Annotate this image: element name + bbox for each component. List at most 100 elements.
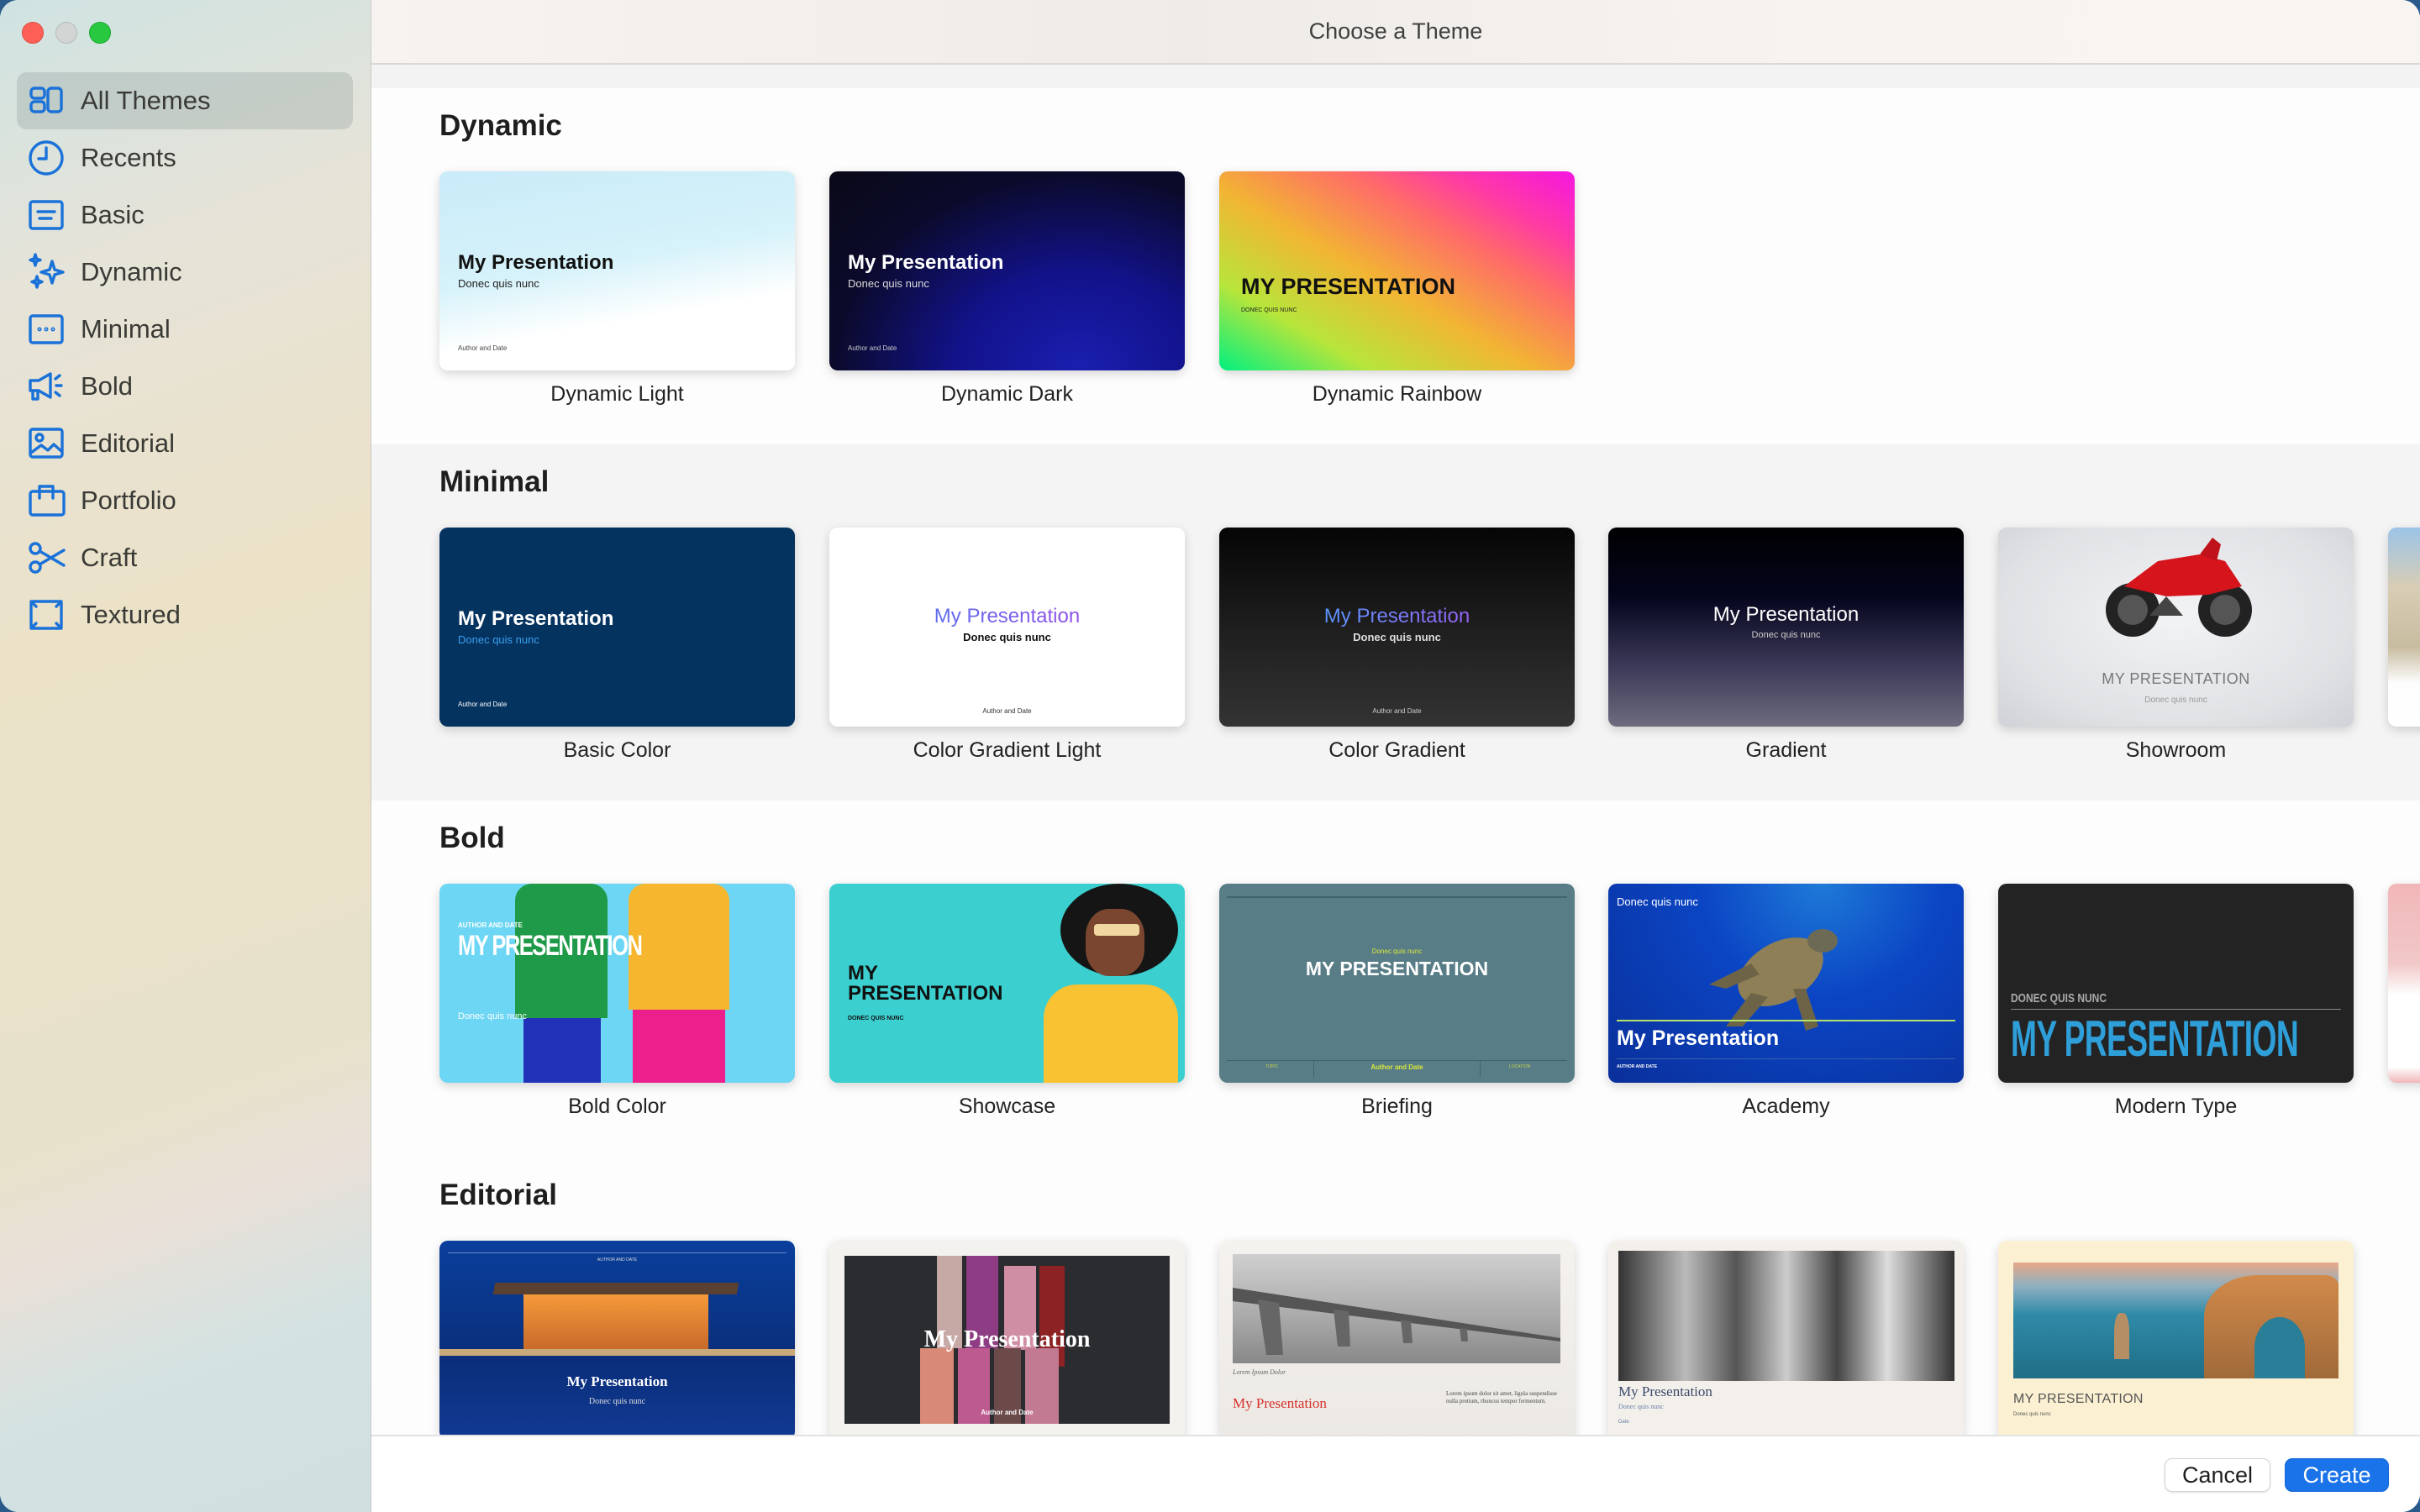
sidebar-item-portfolio[interactable]: Portfolio (17, 472, 353, 529)
thumb-heading: My Presentation (1233, 1395, 1327, 1411)
close-window-button[interactable] (22, 22, 44, 44)
sidebar-item-basic[interactable]: Basic (17, 186, 353, 244)
thumb-heading: MY PRESENTATION (2011, 1011, 2299, 1067)
sidebar-item-label: Portfolio (81, 486, 176, 515)
theme-thumbnail-editorial-2[interactable]: My Presentation Author and Date (829, 1241, 1185, 1435)
thumb-heading: My Presentation (829, 605, 1185, 628)
sidebar-item-label: Dynamic (81, 257, 182, 286)
sidebar-item-textured[interactable]: Textured (17, 586, 353, 643)
section-title: Editorial (439, 1179, 558, 1211)
title-bar: Choose a Theme (371, 0, 2420, 65)
theme-thumbnail-academy[interactable]: Donec quis nunc My Presentation AUTHOR A… (1608, 884, 1964, 1083)
theme-thumbnail-showroom[interactable]: MY PRESENTATION Donec quis nunc (1998, 528, 2354, 727)
sidebar-item-minimal[interactable]: Minimal (17, 301, 353, 358)
megaphone-icon (27, 367, 66, 406)
section-title: Bold (439, 822, 505, 854)
thumb-subtitle: Donec quis nunc (963, 631, 1051, 643)
briefing-bottom-rule (1227, 1060, 1567, 1061)
sidebar-item-bold[interactable]: Bold (17, 358, 353, 415)
theme-label: Showroom (2125, 738, 2227, 762)
sidebar: All Themes Recents Basic Dynamic Minimal… (0, 0, 371, 1512)
clock-icon (27, 139, 66, 177)
sidebar-item-recents[interactable]: Recents (17, 129, 353, 186)
theme-thumbnail-partial[interactable] (2388, 884, 2420, 1083)
theme-thumbnail-dynamic-light[interactable]: My Presentation Donec quis nunc Author a… (439, 171, 795, 370)
theme-thumbnail-bold-color[interactable]: AUTHOR AND DATE MY PRESENTATION Donec qu… (439, 884, 795, 1083)
thumb-subtitle: Donec quis nunc (848, 277, 929, 290)
thumb-heading: MY PRESENTATION (2102, 670, 2250, 687)
thumb-subtitle: Donec quis nunc (1618, 1403, 1664, 1410)
sidebar-list: All Themes Recents Basic Dynamic Minimal… (17, 72, 353, 643)
thumb-heading: My Presentation (458, 251, 614, 274)
editorial-rule (448, 1252, 786, 1253)
thumb-author: Author and Date (981, 1409, 1034, 1416)
sidebar-item-label: Recents (81, 143, 176, 172)
sidebar-item-craft[interactable]: Craft (17, 529, 353, 586)
thumb-author: Date (1618, 1420, 1629, 1425)
bridge-drawing (1233, 1288, 1560, 1355)
thumb-subtitle: Donec quis nunc (458, 1011, 527, 1021)
minimize-window-button[interactable] (55, 22, 77, 44)
figure-face (1086, 909, 1144, 976)
photo-icon (27, 424, 66, 463)
thumb-caption: Lorem Ipsum Dolor (1233, 1368, 1286, 1376)
theme-label: Color Gradient (1328, 738, 1465, 762)
theme-label: Dynamic Light (550, 382, 684, 406)
academy-rule-bottom (1617, 1058, 1955, 1059)
thumb-author: Author and Date (848, 344, 897, 352)
thumb-subtitle: Donec quis nunc (1617, 895, 1698, 908)
thumb-heading: My Presentation (566, 1373, 668, 1389)
sidebar-item-editorial[interactable]: Editorial (17, 415, 353, 472)
section-minimal: Minimal My Presentation Donec quis nunc … (371, 444, 2420, 801)
dialog-footer: Cancel Create (371, 1435, 2420, 1512)
ellipsis-box-icon (27, 310, 66, 349)
thumb-heading: My Presentation (848, 251, 1004, 274)
opera-waterline (439, 1349, 795, 1356)
section-title: Dynamic (439, 109, 562, 142)
coast-photo (2013, 1263, 2338, 1378)
theme-thumbnail-basic-color[interactable]: My Presentation Donec quis nunc Author a… (439, 528, 795, 727)
thumb-subtitle: Donec quis nunc (1353, 631, 1441, 643)
sidebar-item-dynamic[interactable]: Dynamic (17, 244, 353, 301)
thumb-heading: MY PRESENTATION (458, 930, 643, 962)
sea-stack (2114, 1313, 2129, 1359)
thumb-heading: MY PRESENTATION (2013, 1392, 2144, 1406)
section-editorial: Editorial AUTHOR AND DATE My Presentatio… (371, 1158, 2420, 1435)
theme-thumbnail-gradient[interactable]: My Presentation Donec quis nunc (1608, 528, 1964, 727)
theme-label: Showcase (958, 1095, 1056, 1118)
section-bold: Bold AUTHOR AND DATE MY PRESENTATION Don… (371, 801, 2420, 1158)
theme-label: Gradient (1745, 738, 1827, 762)
theme-thumbnail-editorial-5[interactable]: MY PRESENTATION Donec quis nunc (1998, 1241, 2354, 1435)
theme-thumbnail-showcase[interactable]: MY PRESENTATION DONEC QUIS NUNC (829, 884, 1185, 1083)
thumb-heading: MY PRESENTATION (1241, 274, 1456, 299)
theme-thumbnail-dynamic-dark[interactable]: My Presentation Donec quis nunc Author a… (829, 171, 1185, 370)
zoom-window-button[interactable] (89, 22, 111, 44)
theme-label: Color Gradient Light (913, 738, 1102, 762)
sidebar-item-label: Craft (81, 543, 138, 572)
sea-turtle-image (1709, 929, 1838, 1031)
theme-thumbnail-editorial-1[interactable]: AUTHOR AND DATE My Presentation Donec qu… (439, 1241, 795, 1435)
motorcycle-image (2106, 538, 2252, 637)
opera-roof (492, 1283, 739, 1294)
theme-label: Briefing (1361, 1095, 1433, 1118)
theme-chooser-window: All Themes Recents Basic Dynamic Minimal… (0, 0, 2420, 1512)
sidebar-item-label: Bold (81, 371, 134, 401)
create-button[interactable]: Create (2285, 1458, 2389, 1492)
theme-thumbnail-color-gradient-light[interactable]: My Presentation Donec quis nunc Author a… (829, 528, 1185, 727)
thumb-author: Author and Date (458, 344, 508, 352)
cancel-button[interactable]: Cancel (2165, 1458, 2270, 1492)
theme-thumbnail-editorial-3[interactable]: Lorem Ipsum Dolor My Presentation Lorem … (1219, 1241, 1575, 1435)
theme-thumbnail-color-gradient[interactable]: My Presentation Donec quis nunc Author a… (1219, 528, 1575, 727)
opera-facade (523, 1294, 708, 1349)
theme-thumbnail-editorial-4[interactable]: My Presentation Donec quis nunc Date (1608, 1241, 1964, 1435)
theme-thumbnail-partial[interactable] (2388, 528, 2420, 727)
bridge-image (1233, 1254, 1560, 1363)
thumb-subtitle: Donec quis nunc (588, 1397, 646, 1406)
thumb-author: Author and Date (458, 701, 508, 708)
theme-thumbnail-briefing[interactable]: Donec quis nunc MY PRESENTATION TOPIC Au… (1219, 884, 1575, 1083)
briefcase-icon (27, 481, 66, 520)
sparkles-icon (27, 253, 66, 291)
sidebar-item-all-themes[interactable]: All Themes (17, 72, 353, 129)
theme-thumbnail-dynamic-rainbow[interactable]: MY PRESENTATION DONEC QUIS NUNC (1219, 171, 1575, 370)
theme-thumbnail-modern-type[interactable]: DONEC QUIS NUNC MY PRESENTATION (1998, 884, 2354, 1083)
